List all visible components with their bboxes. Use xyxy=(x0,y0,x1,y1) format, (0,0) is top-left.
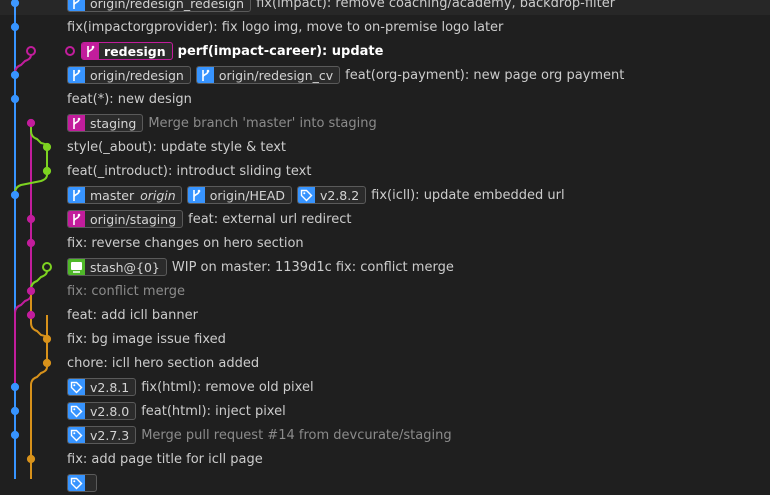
ref-label: v2.8.0 xyxy=(90,403,130,419)
local-branch-badge[interactable]: redesign xyxy=(81,42,173,60)
commit-row[interactable]: fix: bg image issue fixed xyxy=(0,327,770,351)
tag-badge[interactable]: v2.8.1 xyxy=(67,378,137,396)
ref-badges: v2.8.1 xyxy=(67,378,141,396)
local-branch-badge[interactable]: master origin xyxy=(67,186,182,204)
ref-badges: origin/redesign origin/redesign_cv xyxy=(67,66,345,84)
commit-message: fix(impact): remove coaching/academy, ba… xyxy=(256,0,616,11)
ref-label: origin/redesign_redesign xyxy=(90,0,245,11)
ref-label: origin/redesign_cv xyxy=(218,67,334,83)
commit-message: chore: icll hero section added xyxy=(67,355,260,371)
local-branch-badge[interactable]: staging xyxy=(67,114,144,132)
ref-badges: master origin origin/HEAD v2.8.2 xyxy=(67,186,371,204)
stash-icon xyxy=(68,259,85,275)
commit-row[interactable]: fix: conflict merge xyxy=(0,279,770,303)
commit-row[interactable] xyxy=(0,471,770,495)
commit-row[interactable]: staging Merge branch 'master' into stagin… xyxy=(0,111,770,135)
ref-badges: origin/staging xyxy=(67,210,188,228)
commit-message: style(_about): update style & text xyxy=(67,139,287,155)
commit-message: feat(_introduct): introduct sliding text xyxy=(67,163,312,179)
ref-label: v2.8.1 xyxy=(90,379,130,395)
current-branch-marker xyxy=(65,46,75,56)
remote-branch-badge[interactable]: origin/redesign xyxy=(67,66,191,84)
commit-message: feat: external url redirect xyxy=(188,211,352,227)
branch-icon xyxy=(187,187,205,203)
tag-badge[interactable] xyxy=(67,474,97,492)
commit-message: fix(impactorgprovider): fix logo img, mo… xyxy=(67,19,504,35)
commit-row[interactable]: fix(impactorgprovider): fix logo img, mo… xyxy=(0,15,770,39)
commit-row[interactable]: v2.7.3 Merge pull request #14 from devcur… xyxy=(0,423,770,447)
commit-row[interactable]: stash@{0} WIP on master: 1139d1c fix: con… xyxy=(0,255,770,279)
commit-row[interactable]: origin/redesign_redesign fix(impact): rem… xyxy=(0,0,770,15)
branch-icon xyxy=(68,67,85,83)
ref-label: origin/staging xyxy=(90,211,177,227)
commit-row[interactable]: fix: reverse changes on hero section xyxy=(0,231,770,255)
remote-branch-badge[interactable]: origin/HEAD xyxy=(186,186,292,204)
ref-label: stash@{0} xyxy=(90,259,160,275)
commit-row[interactable]: v2.8.1 fix(html): remove old pixel xyxy=(0,375,770,399)
commit-message: feat: add icll banner xyxy=(67,307,198,323)
branch-icon xyxy=(68,115,85,131)
tag-badge[interactable]: v2.8.2 xyxy=(296,186,367,204)
commit-row[interactable]: feat: add icll banner xyxy=(0,303,770,327)
commit-message: fix: reverse changes on hero section xyxy=(67,235,304,251)
commit-row[interactable]: style(_about): update style & text xyxy=(0,135,770,159)
ref-badges: stash@{0} xyxy=(67,258,172,276)
commit-message: Merge pull request #14 from devcurate/st… xyxy=(141,427,452,443)
commit-message: fix: add page title for icll page xyxy=(67,451,263,467)
branch-icon xyxy=(68,0,85,11)
commit-row[interactable]: origin/redesign origin/redesign_cv feat(or… xyxy=(0,63,770,87)
ref-badges: staging xyxy=(67,114,148,132)
ref-label: v2.7.3 xyxy=(90,427,130,443)
branch-icon xyxy=(196,67,214,83)
commit-row[interactable]: master origin origin/HEAD v2.8.2 fix(icll): … xyxy=(0,183,770,207)
remote-branch-badge[interactable]: origin/staging xyxy=(67,210,184,228)
tag-icon xyxy=(68,475,85,491)
ref-badges: v2.8.0 xyxy=(67,402,141,420)
tag-badge[interactable]: v2.7.3 xyxy=(67,426,137,444)
commit-message: fix(icll): update embedded url xyxy=(371,187,565,203)
commit-message: feat(html): inject pixel xyxy=(141,403,286,419)
commit-row[interactable]: feat(*): new design xyxy=(0,87,770,111)
stash-badge[interactable]: stash@{0} xyxy=(67,258,167,276)
commit-message: feat(org-payment): new page org payment xyxy=(345,67,625,83)
commit-message: feat(*): new design xyxy=(67,91,192,107)
ref-label: origin/redesign xyxy=(90,67,184,83)
commit-message: Merge branch 'master' into staging xyxy=(148,115,377,131)
ref-label: redesign xyxy=(104,43,166,59)
tag-icon xyxy=(297,187,315,203)
ref-label: v2.8.2 xyxy=(319,187,360,203)
commit-row[interactable]: chore: icll hero section added xyxy=(0,351,770,375)
ref-badges: origin/redesign_redesign xyxy=(67,0,256,12)
tag-icon xyxy=(68,379,85,395)
ref-label: origin/HEAD xyxy=(209,187,285,203)
commit-row[interactable]: redesign perf(impact-career): update xyxy=(0,39,770,63)
commit-message: perf(impact-career): update xyxy=(177,43,384,59)
commit-row[interactable]: fix: add page title for icll page xyxy=(0,447,770,471)
tag-icon xyxy=(68,403,85,419)
commit-row[interactable]: v2.8.0 feat(html): inject pixel xyxy=(0,399,770,423)
ref-label: staging xyxy=(90,115,137,131)
tag-icon xyxy=(68,427,85,443)
remote-branch-badge[interactable]: origin/redesign_redesign xyxy=(67,0,252,12)
branch-icon xyxy=(68,187,85,203)
ref-badges: redesign xyxy=(65,42,178,60)
commit-message: fix: bg image issue fixed xyxy=(67,331,226,347)
ref-badges xyxy=(67,474,102,492)
tag-badge[interactable]: v2.8.0 xyxy=(67,402,137,420)
commit-message: fix: conflict merge xyxy=(67,283,185,299)
branch-icon xyxy=(82,43,99,59)
commit-message: WIP on master: 1139d1c fix: conflict mer… xyxy=(171,259,454,275)
ref-remote-label: origin xyxy=(140,187,176,203)
remote-branch-badge[interactable]: origin/redesign_cv xyxy=(195,66,341,84)
commit-message: fix(html): remove old pixel xyxy=(141,379,314,395)
commit-row[interactable]: origin/staging feat: external url redirec… xyxy=(0,207,770,231)
ref-label xyxy=(85,475,96,491)
ref-badges: v2.7.3 xyxy=(67,426,141,444)
ref-label: master xyxy=(90,187,135,203)
branch-icon xyxy=(68,211,85,227)
commit-row[interactable]: feat(_introduct): introduct sliding text xyxy=(0,159,770,183)
